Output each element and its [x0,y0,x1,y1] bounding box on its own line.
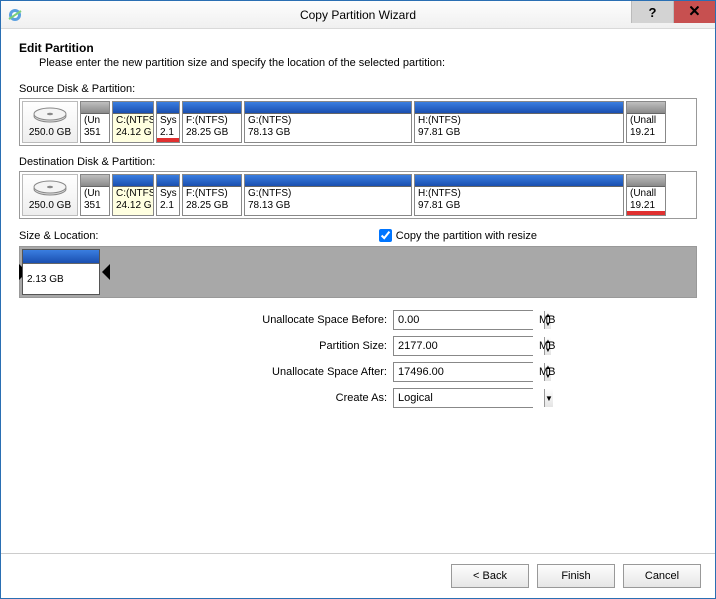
unalloc-after-label: Unallocate Space After: [147,366,387,378]
back-button[interactable]: < Back [451,564,529,588]
partition-block[interactable]: C:(NTFS24.12 G [112,174,154,216]
partition-block[interactable]: H:(NTFS)97.81 GB [414,101,624,143]
unit-label: MB [539,314,569,326]
partition-block[interactable]: F:(NTFS)28.25 GB [182,174,242,216]
copy-resize-label: Copy the partition with resize [396,230,537,242]
partition-block[interactable]: H:(NTFS)97.81 GB [414,174,624,216]
footer: < Back Finish Cancel [1,553,715,598]
copy-resize-checkbox[interactable]: Copy the partition with resize [379,229,537,242]
partition-block[interactable]: (Un351 [80,174,110,216]
dest-disk-row: 250.0 GB(Un351C:(NTFS24.12 GSys2.1F:(NTF… [19,171,697,219]
size-location-label: Size & Location: [19,230,99,242]
wizard-window: Copy Partition Wizard ? 🗙 Edit Partition… [0,0,716,599]
create-as-select[interactable]: ▼ [393,388,533,408]
partition-block[interactable]: Sys2.1 [156,101,180,143]
partition-size-label: Partition Size: [147,340,387,352]
disk-icon: 250.0 GB [22,101,78,143]
finish-button[interactable]: Finish [537,564,615,588]
unalloc-after-input[interactable]: ▲▼ [393,362,533,382]
page-subtext: Please enter the new partition size and … [39,57,697,69]
copy-resize-input[interactable] [379,229,392,242]
page-heading: Edit Partition [19,41,697,55]
unit-label: MB [539,366,569,378]
resize-slider[interactable]: 2.13 GB [19,246,697,298]
partition-size-input[interactable]: ▲▼ [393,336,533,356]
resize-size-label: 2.13 GB [23,264,99,294]
unalloc-before-input[interactable]: ▲▼ [393,310,533,330]
dest-label: Destination Disk & Partition: [19,156,697,168]
partition-block[interactable]: Sys2.1 [156,174,180,216]
partition-block[interactable]: G:(NTFS)78.13 GB [244,101,412,143]
source-label: Source Disk & Partition: [19,83,697,95]
window-title: Copy Partition Wizard [1,8,715,22]
create-as-label: Create As: [147,392,387,404]
partition-block[interactable]: (Unall19.21 [626,101,666,143]
titlebar: Copy Partition Wizard ? 🗙 [1,1,715,29]
help-button[interactable]: ? [631,1,673,23]
partition-block[interactable]: F:(NTFS)28.25 GB [182,101,242,143]
cancel-button[interactable]: Cancel [623,564,701,588]
partition-block[interactable]: (Unall19.21 [626,174,666,216]
source-disk-row: 250.0 GB(Un351C:(NTFS24.12 GSys2.1F:(NTF… [19,98,697,146]
disk-icon: 250.0 GB [22,174,78,216]
partition-block[interactable]: G:(NTFS)78.13 GB [244,174,412,216]
unit-label: MB [539,340,569,352]
partition-block[interactable]: (Un351 [80,101,110,143]
chevron-down-icon[interactable]: ▼ [544,389,553,407]
unalloc-before-label: Unallocate Space Before: [147,314,387,326]
resize-partition-block[interactable]: 2.13 GB [22,249,100,295]
close-button[interactable]: 🗙 [673,1,715,23]
resize-handle-right[interactable] [102,264,110,280]
partition-block[interactable]: C:(NTFS24.12 G [112,101,154,143]
